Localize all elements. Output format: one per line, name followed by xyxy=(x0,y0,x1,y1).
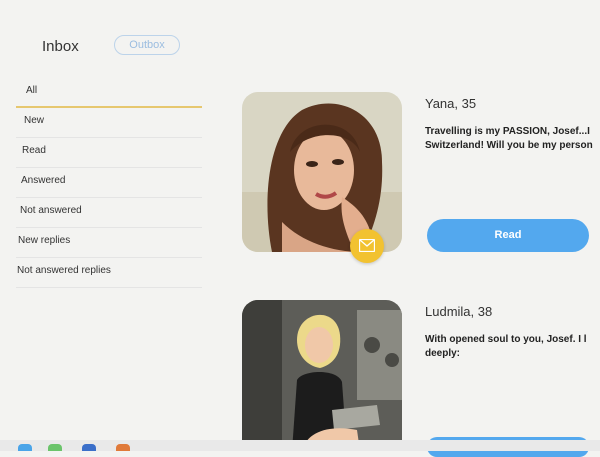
header: Inbox Outbox xyxy=(0,0,600,80)
taskbar-app-icon[interactable] xyxy=(18,444,32,451)
filter-sidebar: All New Read Answered Not answered New r… xyxy=(16,78,202,288)
read-button[interactable]: Read xyxy=(427,219,589,252)
tab-inbox[interactable]: Inbox xyxy=(42,38,79,55)
profile-photo[interactable] xyxy=(242,300,402,451)
filter-not-answered[interactable]: Not answered xyxy=(16,198,202,228)
taskbar-app-icon[interactable] xyxy=(116,444,130,451)
filter-read[interactable]: Read xyxy=(16,138,202,168)
filter-all[interactable]: All xyxy=(16,78,202,108)
message-preview: With opened soul to you, Josef. I l deep… xyxy=(425,334,587,359)
message-preview: Travelling is my PASSION, Josef...I Swit… xyxy=(425,126,593,151)
sender-name: Yana, 35 xyxy=(425,96,477,111)
sender-name: Ludmila, 38 xyxy=(425,304,493,319)
message-card: Yana, 35 Travelling is my PASSION, Josef… xyxy=(240,92,600,272)
taskbar-app-icon[interactable] xyxy=(82,444,96,451)
filter-new-replies[interactable]: New replies xyxy=(16,228,202,258)
message-card: Ludmila, 38 With opened soul to you, Jos… xyxy=(240,300,600,457)
filter-answered[interactable]: Answered xyxy=(16,168,202,198)
taskbar-app-icon[interactable] xyxy=(48,444,62,451)
profile-photo[interactable] xyxy=(242,92,402,252)
tab-outbox[interactable]: Outbox xyxy=(114,35,180,55)
mail-icon[interactable] xyxy=(350,229,384,263)
filter-new[interactable]: New xyxy=(16,108,202,138)
filter-not-answered-replies[interactable]: Not answered replies xyxy=(16,258,202,288)
